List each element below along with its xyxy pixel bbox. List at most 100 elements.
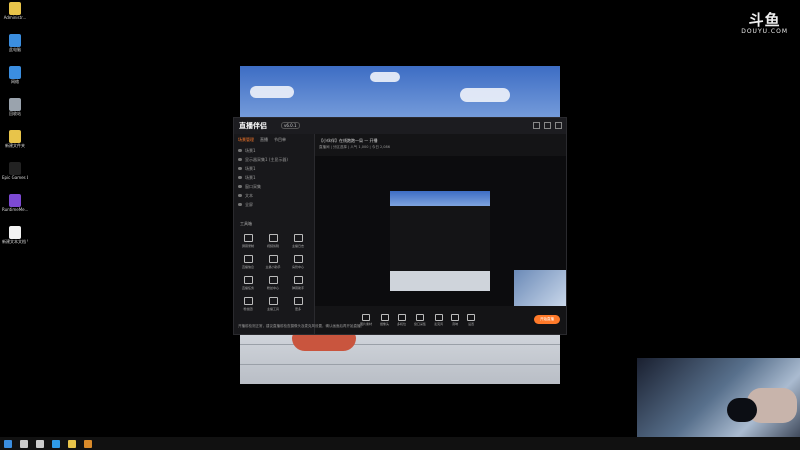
scene-label: 场景1: [245, 147, 256, 153]
tool-item[interactable]: 直播任务: [237, 273, 259, 292]
bottom-action[interactable]: 设置: [467, 314, 476, 326]
room-title: 【小伙伴】在线跑跑一局 — 开播: [319, 138, 378, 143]
camera-thumbnail: [514, 270, 566, 306]
close-icon[interactable]: [555, 122, 562, 129]
tool-label: 粉丝团: [243, 306, 253, 311]
tool-item[interactable]: 主播日志: [287, 231, 309, 250]
start-live-button[interactable]: 开始直播: [534, 315, 560, 324]
scene-item[interactable]: 场景1: [234, 173, 314, 182]
scene-item[interactable]: 窗口采集: [234, 182, 314, 191]
desktop-icon[interactable]: RuntimeMe...: [2, 194, 28, 225]
bottom-action[interactable]: 多机位: [397, 314, 406, 326]
tool-item[interactable]: 粉丝中心: [262, 273, 284, 292]
eye-icon[interactable]: [238, 167, 242, 170]
desktop-icons: Administr... 此电脑网络回收站新建文件夹 Epic Games Laun…: [2, 2, 28, 258]
desktop-icon[interactable]: 回收站: [2, 98, 28, 129]
scene-item[interactable]: 场景1: [234, 146, 314, 155]
computer-icon: [9, 34, 21, 47]
desktop-icon-label: 回收站: [9, 111, 21, 116]
app-version[interactable]: v6.0.1: [281, 122, 300, 129]
bottom-action[interactable]: 音响: [451, 314, 460, 326]
scene-label: 显示器采集1 (主显示器): [245, 156, 288, 162]
tool-item[interactable]: 视频剪辑: [262, 231, 284, 250]
tool-label: 主播小助手: [265, 264, 281, 269]
action-label: 麦克风: [434, 322, 444, 326]
tool-label: 直播任务: [241, 285, 254, 290]
tool-item[interactable]: 屏幕录制: [237, 231, 259, 250]
tool-item[interactable]: 更多: [287, 294, 309, 313]
bottom-action[interactable]: 窗口采集: [414, 314, 426, 326]
scene-label: 场景1: [245, 165, 256, 171]
desktop-icon[interactable]: Administr...: [2, 2, 28, 33]
tool-item[interactable]: 直播信息: [237, 252, 259, 271]
action-label: 窗口采集: [414, 322, 427, 326]
start-icon[interactable]: [4, 439, 12, 448]
document-icon: [9, 226, 21, 239]
tool-label: 视频剪辑: [266, 243, 279, 248]
tool-label: 主播日志: [291, 243, 304, 248]
search-icon[interactable]: [20, 439, 28, 448]
minimize-icon[interactable]: [533, 122, 540, 129]
tool-item[interactable]: 弹幕助手: [287, 273, 309, 292]
epic-icon: [9, 162, 21, 175]
action-icon: [397, 314, 406, 321]
action-label: 音响: [452, 322, 459, 326]
scene-item[interactable]: 场景1: [234, 164, 314, 173]
tool-label: 更多: [294, 306, 301, 311]
maximize-icon[interactable]: [544, 122, 551, 129]
action-icon: [380, 314, 389, 321]
tool-icon: [293, 233, 303, 242]
eye-icon[interactable]: [238, 185, 242, 188]
tool-label: 房管中心: [291, 264, 304, 269]
main-panel: 【小伙伴】在线跑跑一局 — 开播 直播间 | 分区选择 | 人气 1,000 |…: [315, 134, 566, 334]
eye-icon[interactable]: [238, 203, 242, 206]
window-controls: [533, 122, 562, 129]
tool-item[interactable]: 主播小助手: [262, 252, 284, 271]
app-logo: 直播伴侣: [239, 122, 267, 130]
folder-user-icon: [9, 2, 21, 15]
desktop-icon[interactable]: 新建文本文档 Word: [2, 226, 28, 257]
eye-icon[interactable]: [238, 176, 242, 179]
edge-icon[interactable]: [52, 439, 60, 448]
tab-program[interactable]: 节目单: [274, 137, 286, 143]
desktop-icon[interactable]: 此电脑: [2, 34, 28, 65]
desktop-icon[interactable]: 网络: [2, 66, 28, 97]
eye-icon[interactable]: [238, 149, 242, 152]
app-icon[interactable]: [84, 439, 92, 448]
desktop-icon[interactable]: Epic Games Launcher: [2, 162, 28, 193]
scene-item[interactable]: 全屏: [234, 200, 314, 209]
tool-label: 弹幕助手: [291, 285, 304, 290]
folder-icon: [9, 130, 21, 143]
tool-item[interactable]: 房管中心: [287, 252, 309, 271]
status-text: 开播前检测正常，建议直播前检查摄像头及麦克风设置，确认画面后再开始直播。: [238, 324, 364, 328]
tool-label: 粉丝中心: [266, 285, 279, 290]
tool-icon: [268, 233, 278, 242]
action-icon: [362, 314, 370, 321]
streaming-app-window: 直播伴侣 v6.0.1 场景管理 直播 节目单 场景1 显示器采集1 (主显示器)…: [233, 117, 567, 335]
tool-icon: [268, 275, 278, 284]
bottom-action[interactable]: 摄像头: [380, 314, 389, 326]
tool-icon: [293, 296, 303, 305]
explorer-icon[interactable]: [68, 439, 76, 448]
tab-live[interactable]: 直播: [260, 137, 268, 143]
desktop-icon-label: RuntimeMe...: [2, 207, 28, 212]
task-view-icon[interactable]: [36, 439, 44, 448]
network-icon: [9, 66, 21, 79]
tab-scenes[interactable]: 场景管理: [238, 137, 254, 143]
action-icon: [451, 314, 460, 321]
taskbar: [0, 437, 800, 450]
action-icon: [467, 314, 476, 321]
scene-label: 文本: [245, 192, 253, 198]
desktop-icon[interactable]: 新建文件夹: [2, 130, 28, 161]
preview-canvas[interactable]: [315, 156, 566, 306]
tool-item[interactable]: 粉丝团: [237, 294, 259, 313]
scene-item[interactable]: 文本: [234, 191, 314, 200]
eye-icon[interactable]: [238, 158, 242, 161]
bottom-action[interactable]: 麦克风: [434, 314, 443, 326]
tool-icon: [293, 275, 303, 284]
tool-item[interactable]: 主播工具: [262, 294, 284, 313]
eye-icon[interactable]: [238, 194, 242, 197]
left-panel: 场景管理 直播 节目单 场景1 显示器采集1 (主显示器) 场景1 场景1 窗口采集 文本…: [234, 134, 315, 334]
scene-item[interactable]: 显示器采集1 (主显示器): [234, 155, 314, 164]
tool-label: 主播工具: [266, 306, 279, 311]
